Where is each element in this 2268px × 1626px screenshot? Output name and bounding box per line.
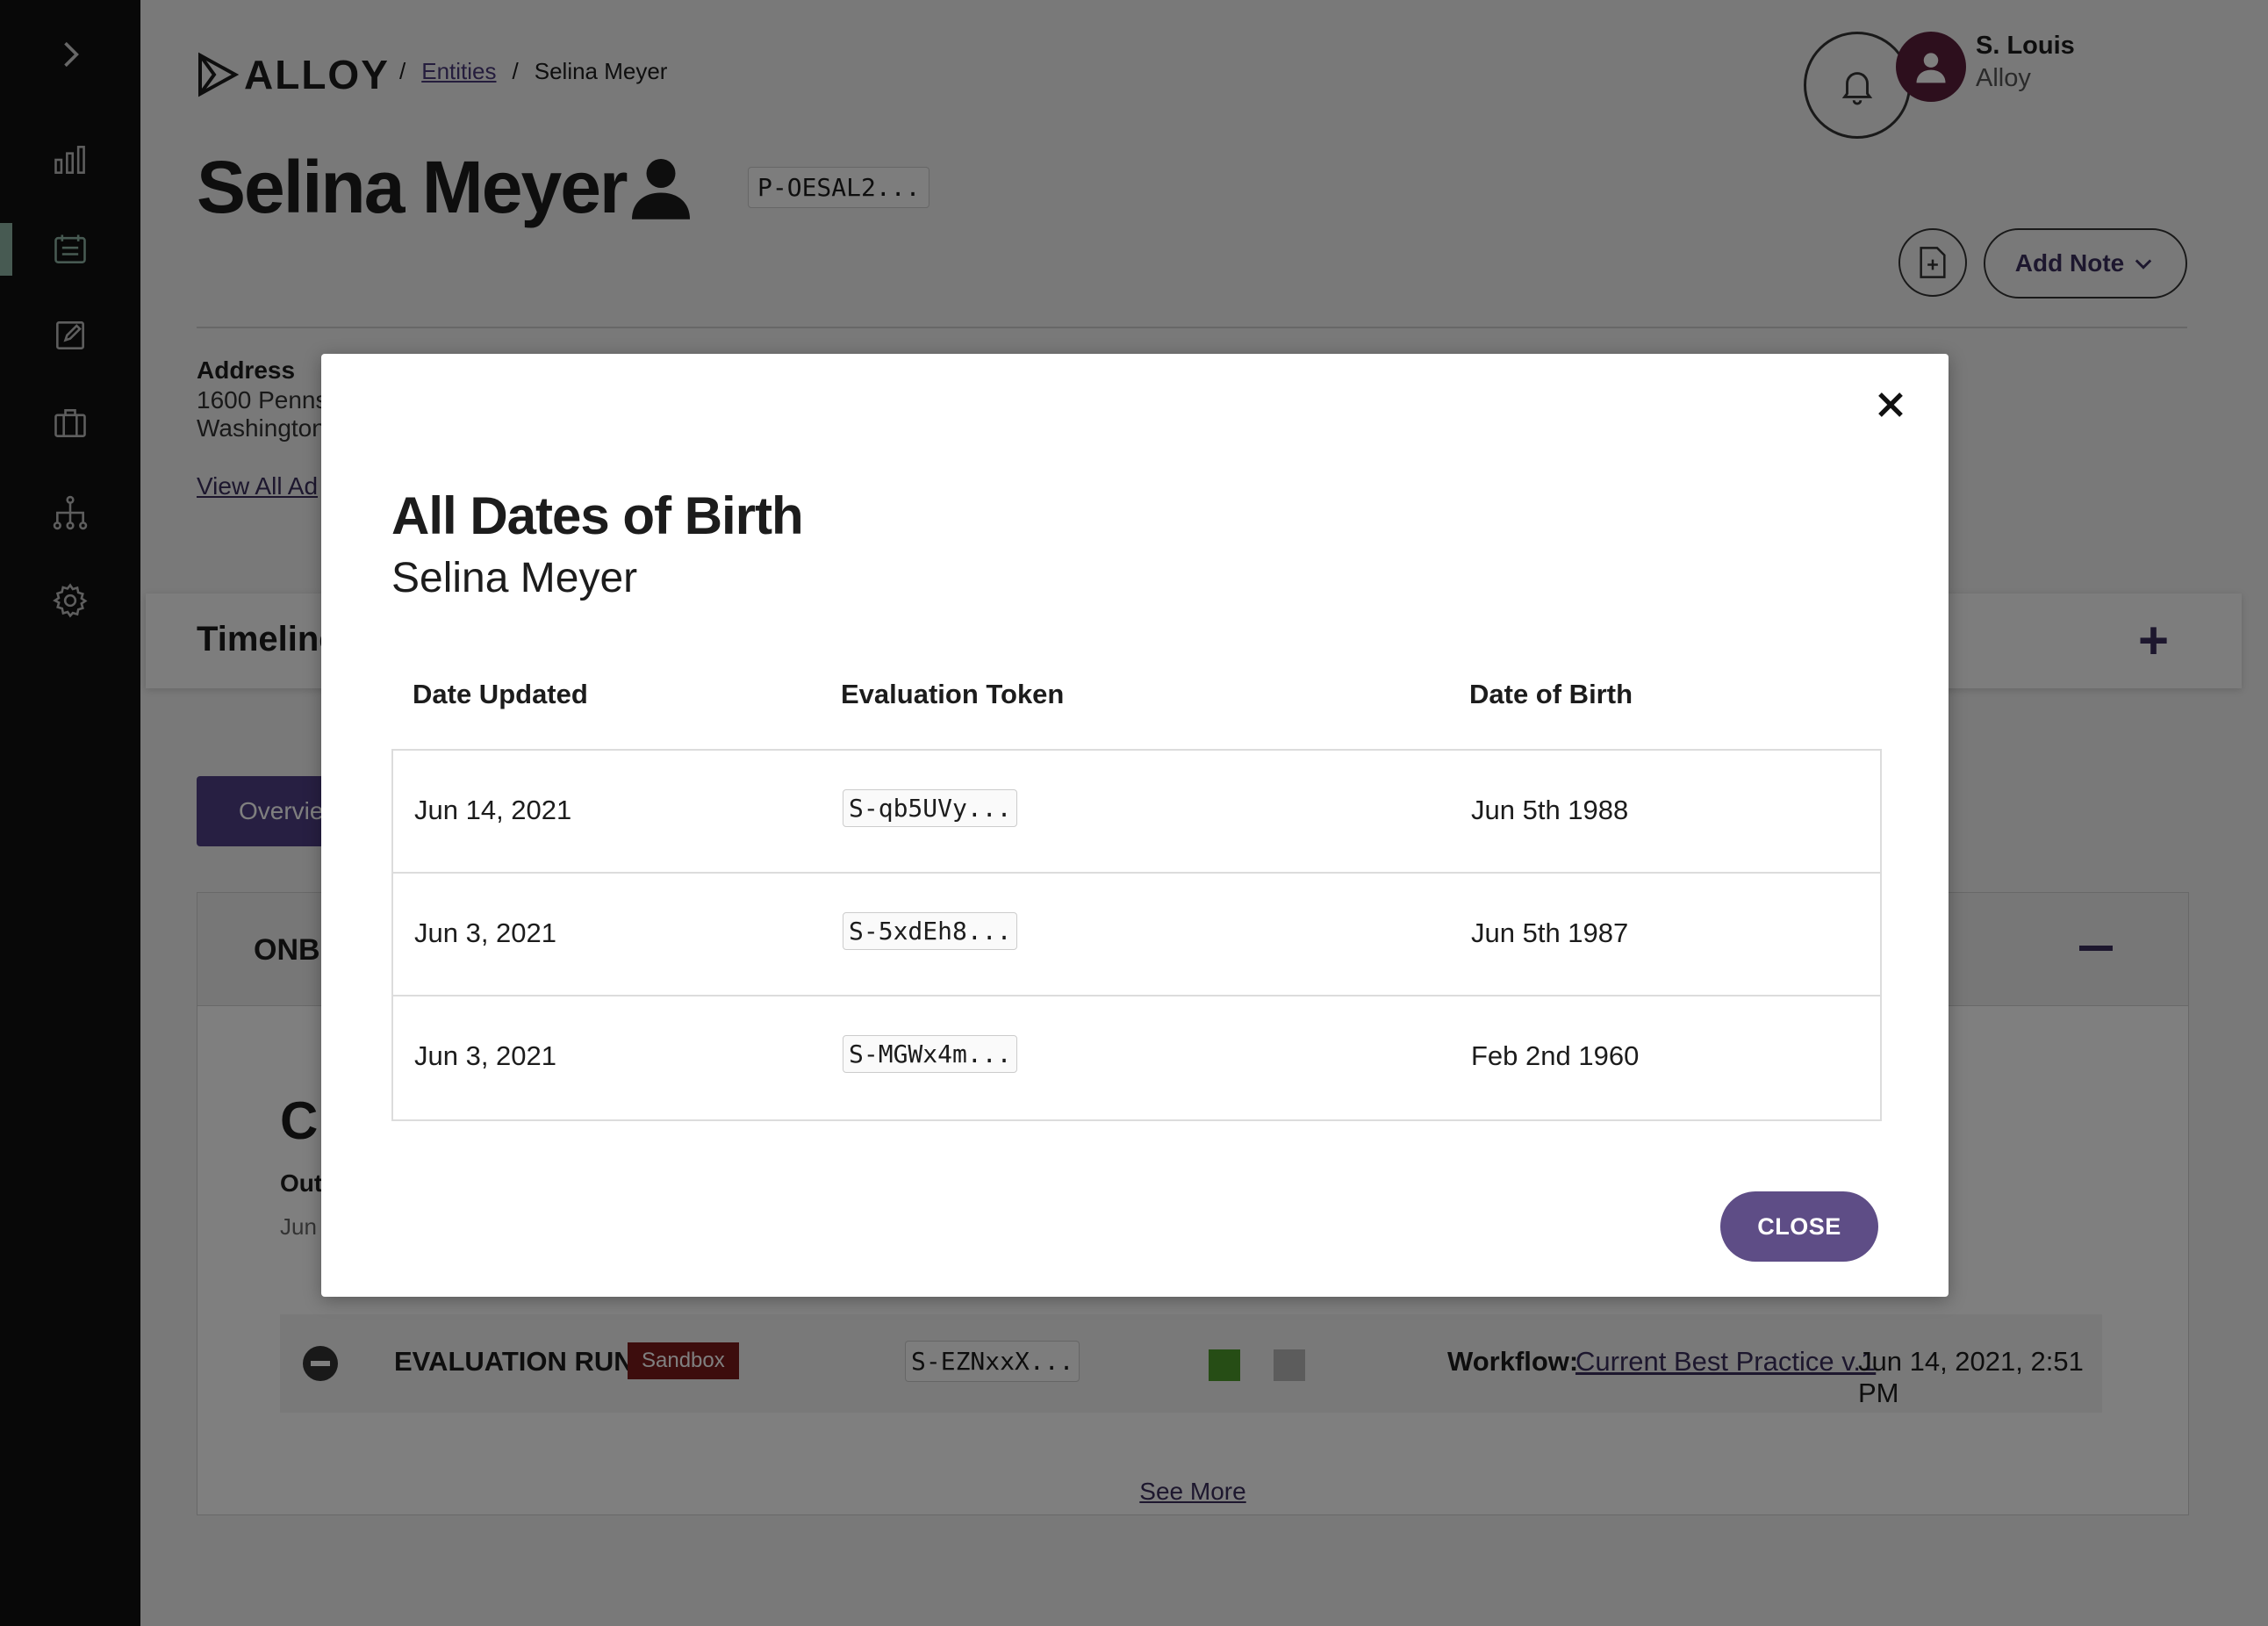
date-of-birth-cell: Jun 5th 1988 bbox=[1471, 795, 1629, 825]
table-row: Jun 14, 2021 S-qb5UVy... Jun 5th 1988 bbox=[393, 751, 1880, 874]
evaluation-token-cell[interactable]: S-5xdEh8... bbox=[843, 912, 1018, 950]
dates-of-birth-modal: All Dates of Birth Selina Meyer Date Upd… bbox=[321, 354, 1949, 1297]
modal-subtitle: Selina Meyer bbox=[391, 555, 638, 601]
evaluation-token-cell[interactable]: S-MGWx4m... bbox=[843, 1035, 1018, 1073]
close-button[interactable]: CLOSE bbox=[1720, 1191, 1878, 1262]
column-header-date-updated: Date Updated bbox=[413, 679, 588, 709]
close-icon[interactable] bbox=[1871, 385, 1910, 424]
date-of-birth-cell: Jun 5th 1987 bbox=[1471, 917, 1629, 948]
date-of-birth-cell: Feb 2nd 1960 bbox=[1471, 1040, 1640, 1071]
column-header-date-of-birth: Date of Birth bbox=[1469, 679, 1633, 709]
table-row: Jun 3, 2021 S-MGWx4m... Feb 2nd 1960 bbox=[393, 996, 1880, 1119]
column-header-evaluation-token: Evaluation Token bbox=[841, 679, 1065, 709]
table-header: Date Updated Evaluation Token Date of Bi… bbox=[391, 679, 1880, 728]
date-updated-cell: Jun 14, 2021 bbox=[414, 795, 572, 825]
evaluation-token-cell[interactable]: S-qb5UVy... bbox=[843, 789, 1018, 827]
modal-title: All Dates of Birth bbox=[391, 486, 804, 545]
table-row: Jun 3, 2021 S-5xdEh8... Jun 5th 1987 bbox=[393, 874, 1880, 996]
date-updated-cell: Jun 3, 2021 bbox=[414, 1040, 557, 1071]
date-updated-cell: Jun 3, 2021 bbox=[414, 917, 557, 948]
dob-table: Jun 14, 2021 S-qb5UVy... Jun 5th 1988 Ju… bbox=[391, 749, 1882, 1121]
